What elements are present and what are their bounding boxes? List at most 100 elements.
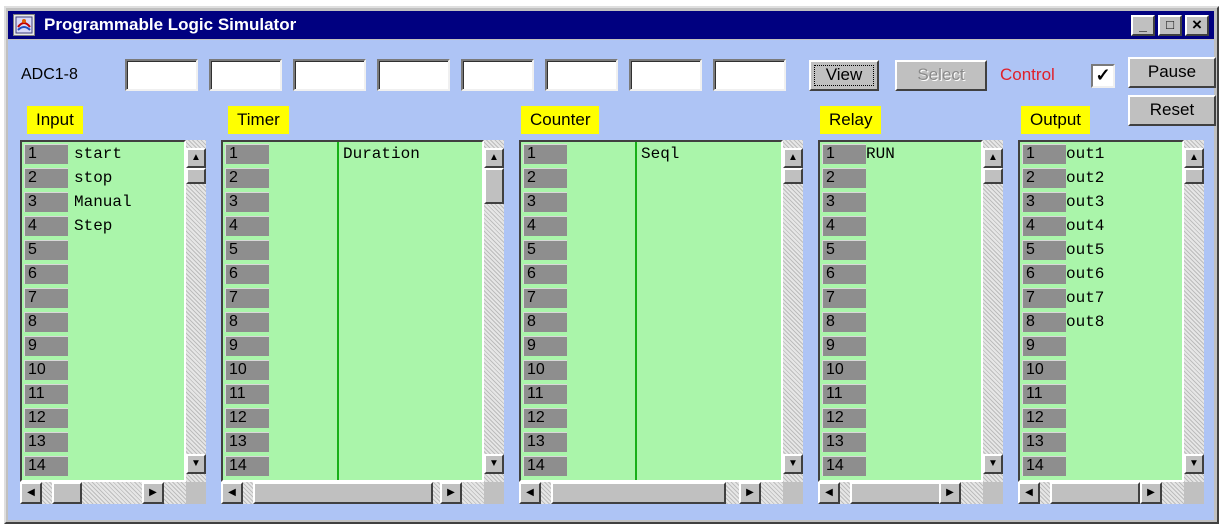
output-vertical-thumb[interactable] — [1184, 168, 1204, 184]
output-row[interactable]: 11 — [1020, 382, 1182, 406]
relay-row[interactable]: 8 — [820, 310, 981, 334]
relay-row[interactable]: 9 — [820, 334, 981, 358]
counter-row[interactable]: 4 — [521, 214, 781, 238]
relay-horizontal-scrollbar[interactable]: ◀ ▶ — [818, 482, 983, 504]
relay-row[interactable]: 13 — [820, 430, 981, 454]
counter-row[interactable]: 2 — [521, 166, 781, 190]
output-row[interactable]: 6 out6 — [1020, 262, 1182, 286]
counter-row[interactable]: 5 — [521, 238, 781, 262]
output-vertical-scrollbar[interactable]: ▲ ▼ — [1184, 140, 1204, 482]
relay-row[interactable]: 7 — [820, 286, 981, 310]
scroll-right-icon[interactable]: ▶ — [1140, 482, 1162, 504]
output-row[interactable]: 4 out4 — [1020, 214, 1182, 238]
timer-row[interactable]: 3 — [223, 190, 482, 214]
timer-row[interactable]: 6 — [223, 262, 482, 286]
counter-row[interactable]: 8 — [521, 310, 781, 334]
scroll-right-icon[interactable]: ▶ — [440, 482, 462, 504]
input-row[interactable]: 2 stop — [22, 166, 184, 190]
scroll-up-icon[interactable]: ▲ — [983, 148, 1003, 168]
adc-input-2[interactable] — [209, 59, 282, 91]
input-vertical-thumb[interactable] — [186, 168, 206, 184]
minimize-button[interactable]: _ — [1131, 15, 1155, 36]
output-row[interactable]: 14 — [1020, 454, 1182, 478]
input-row[interactable]: 5 — [22, 238, 184, 262]
close-button[interactable]: × — [1185, 15, 1209, 36]
timer-row[interactable]: 14 — [223, 454, 482, 478]
output-row[interactable]: 1 out1 — [1020, 142, 1182, 166]
timer-row[interactable]: 7 — [223, 286, 482, 310]
relay-row[interactable]: 1 RUN — [820, 142, 981, 166]
scroll-right-icon[interactable]: ▶ — [739, 482, 761, 504]
adc-input-3[interactable] — [293, 59, 366, 91]
title-bar[interactable]: Programmable Logic Simulator _ □ × — [8, 11, 1214, 39]
scroll-up-icon[interactable]: ▲ — [484, 148, 504, 168]
timer-horizontal-thumb[interactable] — [253, 482, 433, 504]
timer-row[interactable]: 2 — [223, 166, 482, 190]
input-row[interactable]: 8 — [22, 310, 184, 334]
timer-row[interactable]: 4 — [223, 214, 482, 238]
input-vertical-scrollbar[interactable]: ▲ ▼ — [186, 140, 206, 482]
adc-input-8[interactable] — [713, 59, 786, 91]
input-row[interactable]: 14 — [22, 454, 184, 478]
output-horizontal-thumb[interactable] — [1050, 482, 1140, 504]
output-row[interactable]: 9 — [1020, 334, 1182, 358]
scroll-right-icon[interactable]: ▶ — [142, 482, 164, 504]
counter-horizontal-thumb[interactable] — [551, 482, 726, 504]
timer-vertical-thumb[interactable] — [484, 168, 504, 204]
relay-row[interactable]: 5 — [820, 238, 981, 262]
output-row[interactable]: 5 out5 — [1020, 238, 1182, 262]
adc-input-1[interactable] — [125, 59, 198, 91]
adc-input-7[interactable] — [629, 59, 702, 91]
timer-row[interactable]: 8 — [223, 310, 482, 334]
output-horizontal-scrollbar[interactable]: ◀ ▶ — [1018, 482, 1184, 504]
scroll-left-icon[interactable]: ◀ — [20, 482, 42, 504]
relay-horizontal-thumb[interactable] — [850, 482, 942, 504]
input-row[interactable]: 3 Manual — [22, 190, 184, 214]
reset-button[interactable]: Reset — [1128, 95, 1216, 126]
scroll-left-icon[interactable]: ◀ — [818, 482, 840, 504]
relay-row[interactable]: 10 — [820, 358, 981, 382]
input-row[interactable]: 4 Step — [22, 214, 184, 238]
scroll-left-icon[interactable]: ◀ — [221, 482, 243, 504]
view-button[interactable]: View — [809, 60, 879, 91]
select-button[interactable]: Select — [895, 60, 987, 91]
counter-row[interactable]: 1 Seql — [521, 142, 781, 166]
relay-row[interactable]: 2 — [820, 166, 981, 190]
counter-vertical-thumb[interactable] — [783, 168, 803, 184]
counter-row[interactable]: 3 — [521, 190, 781, 214]
input-row[interactable]: 1 start — [22, 142, 184, 166]
output-row[interactable]: 13 — [1020, 430, 1182, 454]
input-row[interactable]: 9 — [22, 334, 184, 358]
input-list[interactable]: 1 start 2 stop 3 Manual 4 Step 5 6 7 8 9 10 11 12 13 14 — [20, 140, 186, 482]
scroll-down-icon[interactable]: ▼ — [983, 454, 1003, 474]
input-row[interactable]: 11 — [22, 382, 184, 406]
counter-row[interactable]: 6 — [521, 262, 781, 286]
control-checkbox[interactable]: ✓ — [1091, 64, 1115, 88]
timer-row[interactable]: 10 — [223, 358, 482, 382]
input-row[interactable]: 7 — [22, 286, 184, 310]
output-row[interactable]: 7 out7 — [1020, 286, 1182, 310]
relay-row[interactable]: 6 — [820, 262, 981, 286]
scroll-down-icon[interactable]: ▼ — [484, 454, 504, 474]
counter-row[interactable]: 12 — [521, 406, 781, 430]
scroll-up-icon[interactable]: ▲ — [783, 148, 803, 168]
timer-vertical-scrollbar[interactable]: ▲ ▼ — [484, 140, 504, 482]
timer-horizontal-scrollbar[interactable]: ◀ ▶ — [221, 482, 484, 504]
relay-row[interactable]: 11 — [820, 382, 981, 406]
output-row[interactable]: 2 out2 — [1020, 166, 1182, 190]
timer-row[interactable]: 9 — [223, 334, 482, 358]
timer-row[interactable]: 12 — [223, 406, 482, 430]
output-row[interactable]: 10 — [1020, 358, 1182, 382]
scroll-left-icon[interactable]: ◀ — [1018, 482, 1040, 504]
adc-input-5[interactable] — [461, 59, 534, 91]
relay-row[interactable]: 3 — [820, 190, 981, 214]
output-list[interactable]: 1 out1 2 out2 3 out3 4 out4 5 out5 6 out6 7 out7 8 out8… — [1018, 140, 1184, 482]
scroll-down-icon[interactable]: ▼ — [1184, 454, 1204, 474]
relay-vertical-scrollbar[interactable]: ▲ ▼ — [983, 140, 1003, 482]
relay-row[interactable]: 12 — [820, 406, 981, 430]
maximize-button[interactable]: □ — [1158, 15, 1182, 36]
input-row[interactable]: 12 — [22, 406, 184, 430]
scroll-down-icon[interactable]: ▼ — [783, 454, 803, 474]
timer-row[interactable]: 13 — [223, 430, 482, 454]
input-horizontal-thumb[interactable] — [52, 482, 82, 504]
